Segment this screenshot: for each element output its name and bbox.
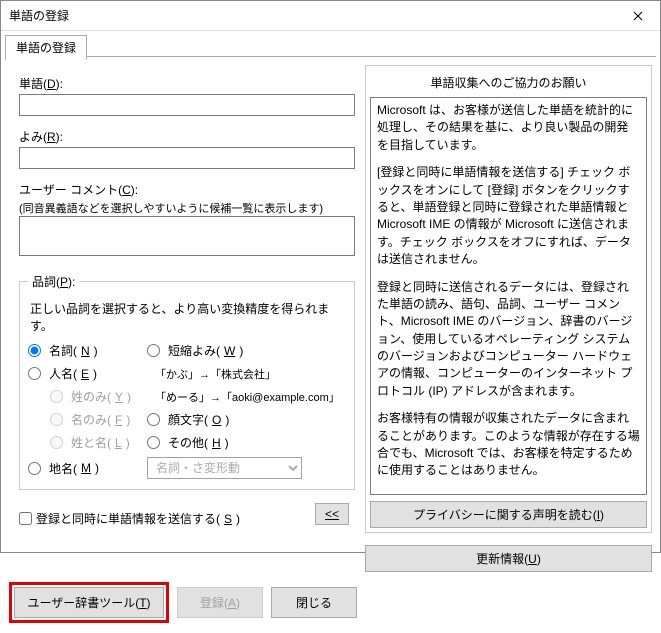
- close-button[interactable]: 閉じる: [271, 587, 357, 618]
- collapse-button[interactable]: <<: [315, 503, 349, 525]
- titlebar: 単語の登録: [1, 1, 660, 31]
- pos-hint: 正しい品詞を選択すると、より高い変換精度を得られます。: [30, 300, 346, 334]
- radio-short[interactable]: 短縮よみ(W): [147, 342, 346, 359]
- comment-input[interactable]: [19, 216, 355, 256]
- send-checkbox[interactable]: 登録と同時に単語情報を送信する(S): [19, 510, 240, 527]
- reading-input[interactable]: [19, 147, 355, 169]
- pos-dropdown[interactable]: 名詞・さ変形動: [147, 457, 302, 479]
- radio-lastname: 姓のみ(Y): [50, 388, 143, 405]
- dict-tool-button[interactable]: ユーザー辞書ツール(T): [14, 587, 164, 618]
- radio-face[interactable]: 顔文字(O): [147, 411, 346, 428]
- radio-firstname: 名のみ(F): [50, 411, 143, 428]
- update-button[interactable]: 更新情報(U): [365, 545, 652, 572]
- notice-body[interactable]: Microsoft は、お客様が送信した単語を統計的に処理し、その結果を基に、よ…: [370, 97, 647, 495]
- radio-other[interactable]: その他(H): [147, 434, 346, 451]
- radio-noun[interactable]: 名詞(N): [28, 342, 143, 359]
- tab-word-register[interactable]: 単語の登録: [5, 35, 87, 60]
- example-2: 「めーる」→「aoki@example.com」: [147, 389, 346, 405]
- close-icon[interactable]: [616, 1, 660, 31]
- comment-label: ユーザー コメント(C):: [19, 181, 355, 198]
- tab-strip: 単語の登録: [1, 35, 660, 57]
- pos-legend: 品詞(P):: [28, 273, 79, 290]
- word-label: 単語(D):: [19, 75, 355, 92]
- window-title: 単語の登録: [9, 7, 616, 24]
- radio-person[interactable]: 人名(E): [28, 365, 143, 382]
- radio-place[interactable]: 地名(M): [28, 460, 143, 477]
- notice-title: 単語収集へのご協力のお願い: [370, 70, 647, 97]
- reading-label: よみ(R):: [19, 128, 355, 145]
- privacy-button[interactable]: プライバシーに関する声明を読む(I): [370, 501, 647, 528]
- register-button: 登録(A): [177, 587, 263, 618]
- highlight: ユーザー辞書ツール(T): [9, 582, 169, 623]
- word-input[interactable]: [19, 94, 355, 116]
- radio-fullname: 姓と名(L): [50, 434, 143, 451]
- comment-hint: (同音異義語などを選択しやすいように候補一覧に表示します): [19, 200, 355, 216]
- example-1: 「かぶ」→「株式会社」: [147, 366, 346, 382]
- pos-fieldset: 品詞(P): 正しい品詞を選択すると、より高い変換精度を得られます。 名詞(N)…: [19, 273, 355, 490]
